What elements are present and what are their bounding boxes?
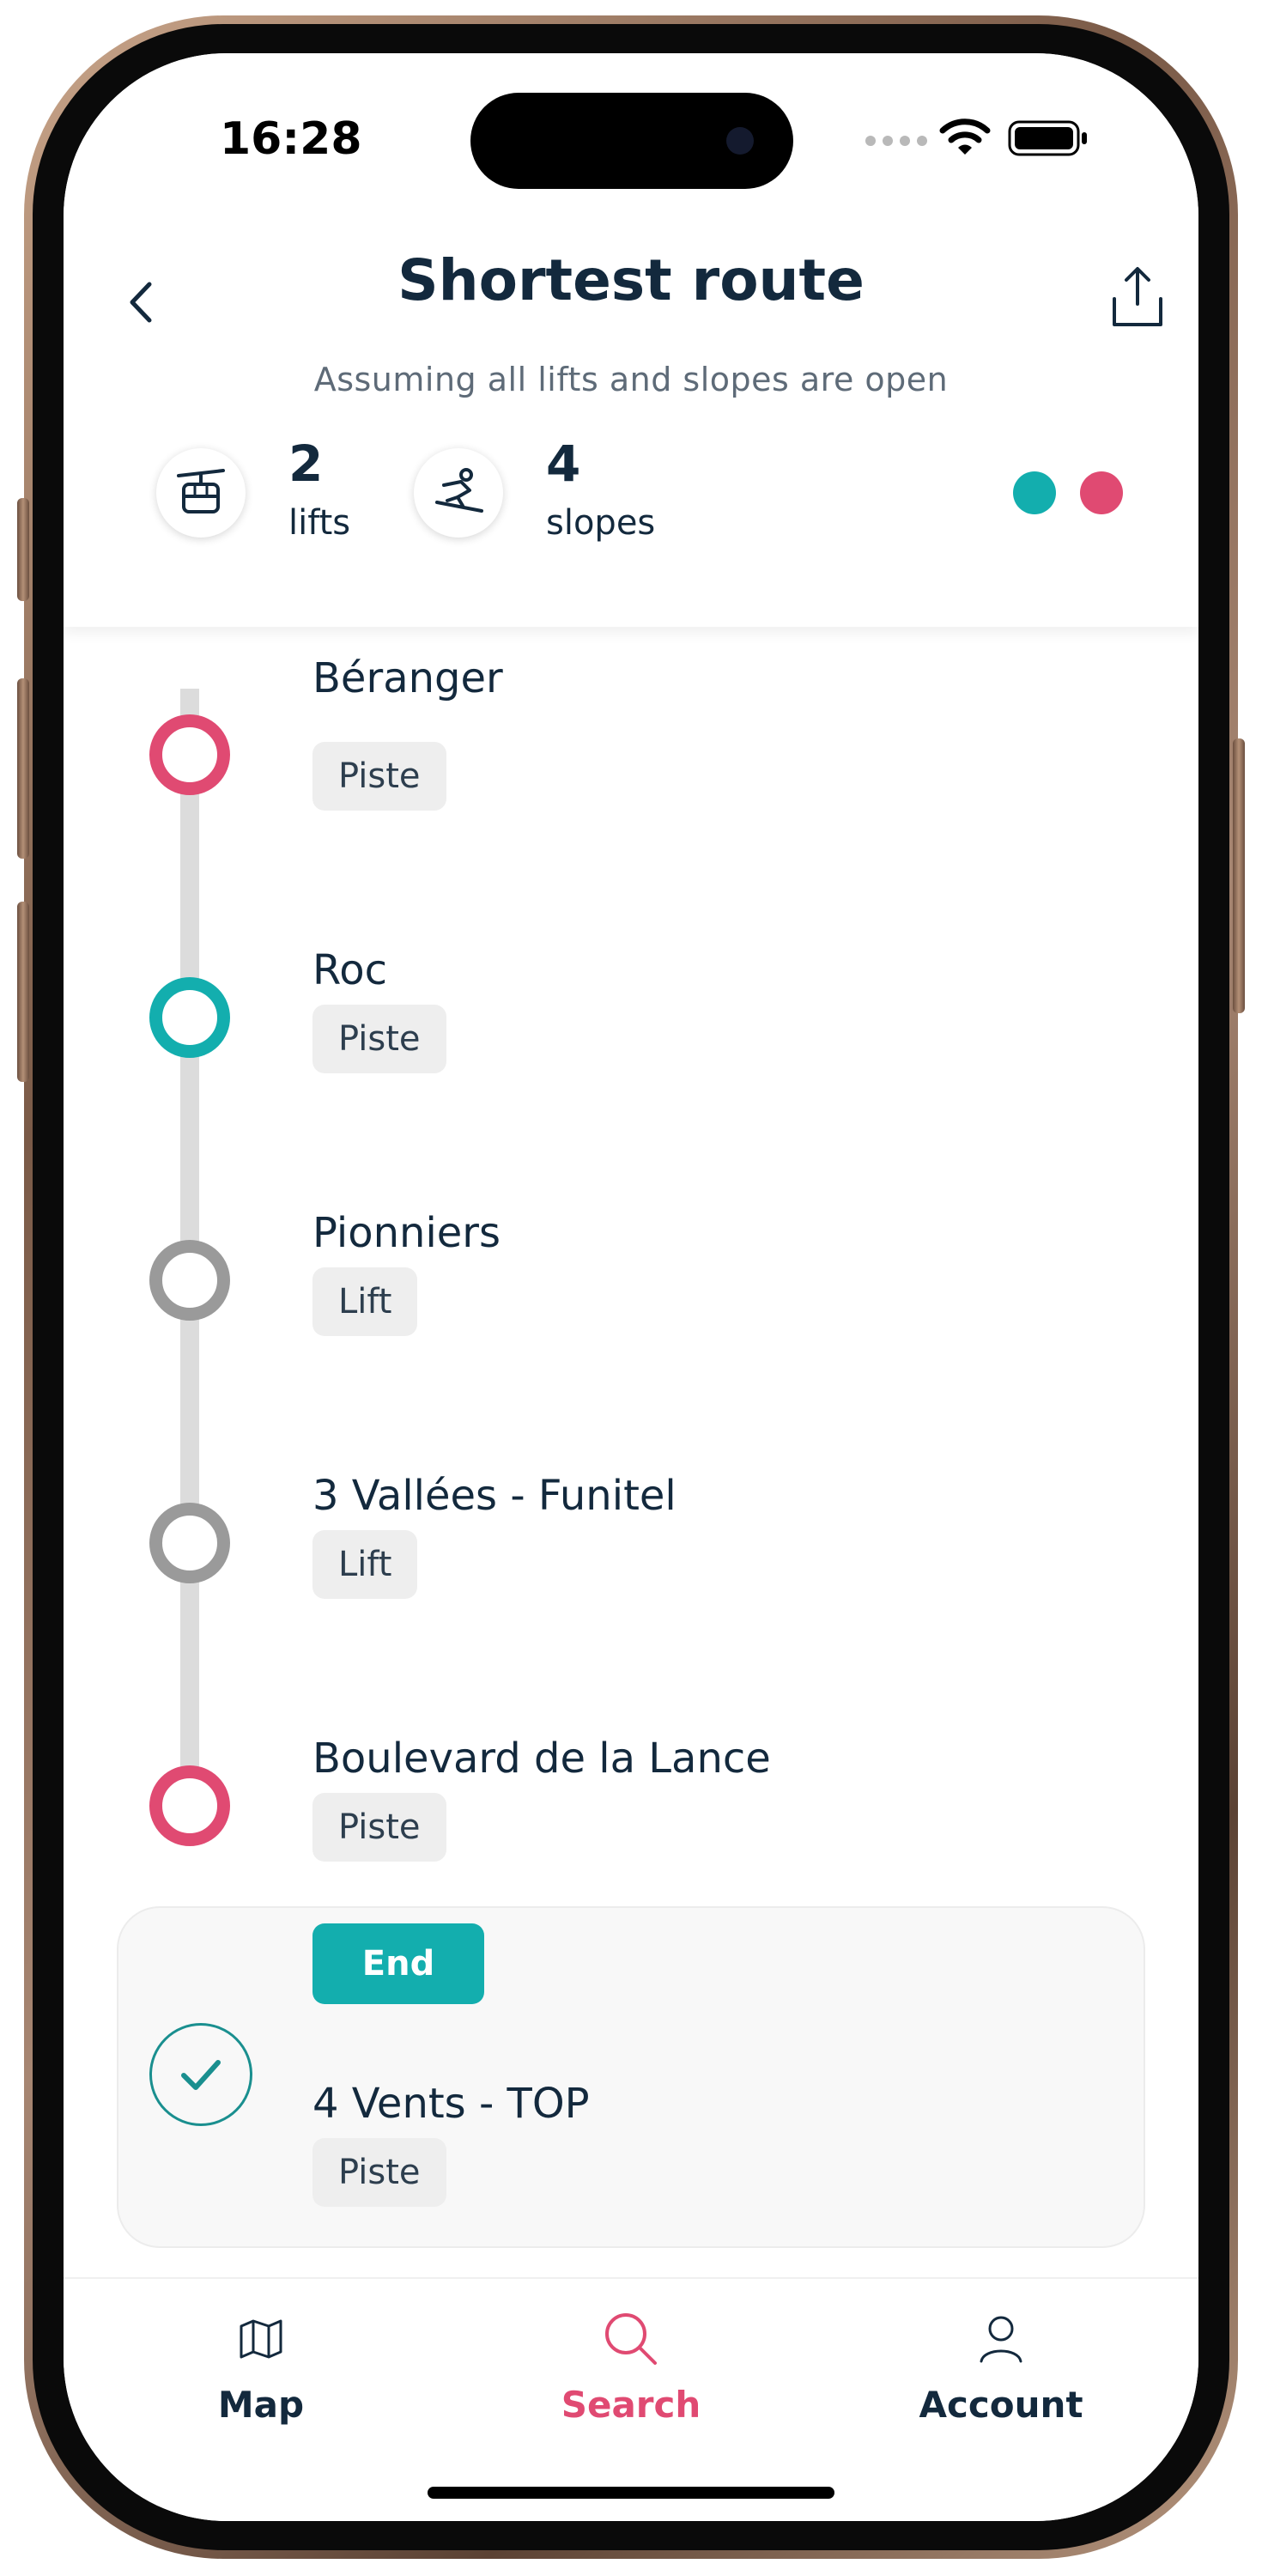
route-item-tag: Piste bbox=[312, 742, 446, 811]
route-item-name[interactable]: 3 Vallées - Funitel bbox=[312, 1472, 677, 1520]
tab-search[interactable]: Search bbox=[502, 2305, 760, 2426]
battery-icon bbox=[1008, 120, 1087, 156]
slopes-label: slopes bbox=[546, 503, 656, 543]
route-item-tag: Piste bbox=[312, 1005, 446, 1073]
screen: Béranger Piste Roc Piste Pionniers Lift … bbox=[64, 53, 1198, 2521]
route-node-marker bbox=[149, 977, 230, 1058]
tab-account-label: Account bbox=[919, 2384, 1083, 2426]
route-item-tag: Lift bbox=[312, 1267, 418, 1336]
piste-color-dot bbox=[1013, 471, 1056, 514]
side-button-mute bbox=[17, 498, 29, 601]
page-title: Shortest route bbox=[397, 247, 865, 313]
route-end-card[interactable] bbox=[117, 1906, 1145, 2248]
piste-color-dot bbox=[1080, 471, 1123, 514]
route-end-tag: Piste bbox=[312, 2138, 446, 2207]
route-node-marker bbox=[149, 1765, 230, 1846]
lifts-stat-badge bbox=[156, 448, 246, 538]
skier-icon bbox=[435, 468, 483, 513]
route-node-marker bbox=[149, 1503, 230, 1583]
route-item-name[interactable]: Pionniers bbox=[312, 1209, 501, 1257]
share-icon bbox=[1113, 267, 1162, 326]
cellular-signal-icon bbox=[865, 136, 927, 146]
tab-map[interactable]: Map bbox=[132, 2305, 390, 2426]
gondola-icon bbox=[177, 469, 225, 513]
route-node-marker bbox=[149, 714, 230, 795]
route-item-name[interactable]: Boulevard de la Lance bbox=[312, 1735, 771, 1783]
slopes-count: 4 bbox=[546, 434, 581, 493]
side-button-volume-down bbox=[17, 902, 29, 1082]
route-header: 16:28 Shortest route Assuming all lifts … bbox=[64, 53, 1198, 627]
route-node-marker bbox=[149, 1240, 230, 1321]
wifi-icon bbox=[939, 118, 991, 155]
lifts-count: 2 bbox=[288, 434, 324, 493]
end-badge: End bbox=[312, 1923, 484, 2004]
account-icon bbox=[980, 2316, 1022, 2363]
route-item-tag: Piste bbox=[312, 1793, 446, 1862]
tab-account[interactable]: Account bbox=[872, 2305, 1130, 2426]
lifts-label: lifts bbox=[288, 503, 351, 543]
route-end-name[interactable]: 4 Vents - TOP bbox=[312, 2080, 590, 2128]
side-button-volume-up bbox=[17, 678, 29, 859]
share-button[interactable] bbox=[1106, 259, 1169, 337]
search-icon bbox=[605, 2313, 657, 2365]
dynamic-island bbox=[470, 93, 793, 189]
route-subtitle: Assuming all lifts and slopes are open bbox=[313, 361, 949, 398]
home-indicator[interactable] bbox=[428, 2487, 834, 2499]
slopes-stat-badge bbox=[414, 448, 503, 538]
tab-map-label: Map bbox=[217, 2384, 305, 2426]
tab-bar: Map Search Account bbox=[64, 2277, 1198, 2521]
route-item-name[interactable]: Béranger bbox=[312, 654, 503, 702]
tab-search-label: Search bbox=[561, 2384, 701, 2426]
side-button-power bbox=[1233, 738, 1245, 1013]
map-icon bbox=[240, 2319, 282, 2359]
status-time: 16:28 bbox=[220, 113, 362, 165]
check-icon bbox=[149, 2023, 252, 2126]
route-item-name[interactable]: Roc bbox=[312, 946, 387, 994]
route-item-tag: Lift bbox=[312, 1530, 418, 1599]
